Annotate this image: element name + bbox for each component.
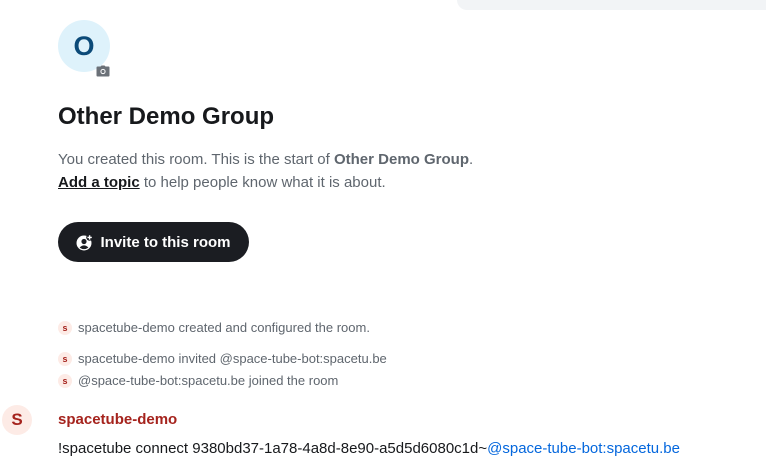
message-body: !spacetube connect 9380bd37-1a78-4a8d-8e… xyxy=(58,440,680,457)
sender-avatar-letter: S xyxy=(11,410,23,429)
room-title: Other Demo Group xyxy=(58,103,275,130)
user-add-icon xyxy=(76,233,94,251)
timeline-event: s spacetube-demo invited @space-tube-bot… xyxy=(58,351,387,366)
event-avatar[interactable]: s xyxy=(58,351,72,366)
topic-hint-line: Add a topic to help people know what it … xyxy=(58,174,386,191)
mention-link[interactable]: @space-tube-bot:spacetu.be xyxy=(487,440,680,457)
add-topic-link[interactable]: Add a topic xyxy=(58,174,140,191)
event-avatar[interactable]: s xyxy=(58,320,72,335)
intro-room-name: Other Demo Group xyxy=(333,151,469,168)
topic-hint-text: to help people know what it is about. xyxy=(139,174,386,191)
event-avatar[interactable]: s xyxy=(58,373,72,388)
room-intro-text: You created this room. This is the start… xyxy=(58,151,473,168)
room-timeline: O Other Demo Group You created this room… xyxy=(0,0,766,463)
intro-suffix: . xyxy=(469,151,474,168)
event-text: spacetube-demo invited @space-tube-bot:s… xyxy=(78,351,387,366)
message-text: !spacetube connect 9380bd37-1a78-4a8d-8e… xyxy=(58,440,488,457)
top-composer-bar xyxy=(457,0,766,10)
invite-button[interactable]: Invite to this room xyxy=(58,222,249,262)
message-sender[interactable]: spacetube-demo xyxy=(58,411,177,428)
event-text: @space-tube-bot:spacetu.be joined the ro… xyxy=(78,373,339,388)
timeline-event: s @space-tube-bot:spacetu.be joined the … xyxy=(58,373,338,388)
timeline-event: s spacetube-demo created and configured … xyxy=(58,320,370,335)
intro-prefix: You created this room. This is the start… xyxy=(58,151,334,168)
room-avatar-letter: O xyxy=(73,30,95,61)
sender-avatar[interactable]: S xyxy=(2,405,32,435)
camera-icon[interactable] xyxy=(95,64,111,78)
event-text: spacetube-demo created and configured th… xyxy=(78,320,370,335)
invite-button-label: Invite to this room xyxy=(100,233,231,251)
